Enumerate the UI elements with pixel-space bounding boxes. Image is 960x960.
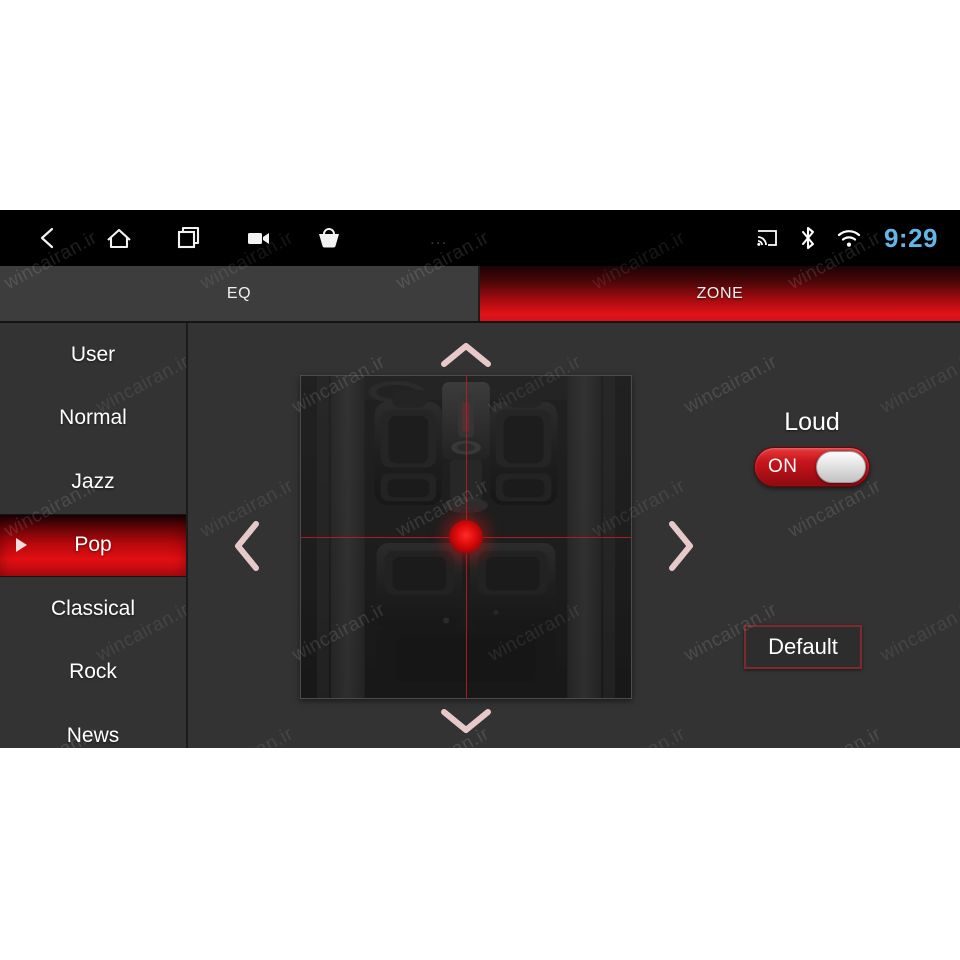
- back-icon[interactable]: [34, 223, 64, 253]
- eq-preset-list: User Normal Jazz Pop Classical Rock News: [0, 323, 188, 748]
- recents-icon[interactable]: [174, 223, 204, 253]
- preset-item-jazz[interactable]: Jazz: [0, 450, 186, 514]
- video-camera-icon[interactable]: [244, 223, 274, 253]
- preset-item-pop[interactable]: Pop: [0, 513, 186, 577]
- preset-item-user[interactable]: User: [0, 323, 186, 387]
- loud-toggle[interactable]: ON: [754, 447, 870, 487]
- tab-bar: EQ ZONE: [0, 266, 960, 321]
- zone-settings-body: User Normal Jazz Pop Classical Rock News…: [0, 321, 960, 748]
- zone-left-arrow[interactable]: [226, 518, 268, 574]
- basket-icon[interactable]: [314, 223, 344, 253]
- preset-item-classical[interactable]: Classical: [0, 577, 186, 641]
- zone-right-arrow[interactable]: [660, 518, 702, 574]
- home-icon[interactable]: [104, 223, 134, 253]
- zone-down-arrow[interactable]: [426, 701, 506, 741]
- android-navigation-bar: ... 9:29: [0, 210, 960, 266]
- preset-label: News: [66, 723, 120, 747]
- loud-control: Loud ON: [748, 408, 876, 487]
- bluetooth-icon: [796, 226, 820, 250]
- zone-up-arrow[interactable]: [426, 335, 506, 375]
- nav-button-group: ...: [34, 223, 447, 253]
- preset-label: Rock: [69, 660, 117, 684]
- preset-label: User: [70, 342, 116, 366]
- preset-label: Normal: [59, 406, 127, 430]
- zone-focus-point[interactable]: [449, 520, 483, 554]
- preset-item-normal[interactable]: Normal: [0, 387, 186, 451]
- car-head-unit-screen: ... 9:29 EQ ZONE User Normal Jazz Pop Cl…: [0, 210, 960, 748]
- selected-marker-icon: [16, 538, 27, 553]
- tab-zone[interactable]: ZONE: [480, 266, 960, 321]
- status-clock: 9:29: [883, 222, 938, 253]
- preset-label: Jazz: [71, 469, 115, 493]
- loud-toggle-knob[interactable]: [816, 451, 866, 483]
- preset-label: Classical: [50, 596, 136, 620]
- loud-toggle-state: ON: [768, 456, 798, 477]
- preset-label: Pop: [74, 533, 112, 557]
- preset-item-news[interactable]: News: [0, 704, 186, 748]
- screenshot-root: ... 9:29 EQ ZONE User Normal Jazz Pop Cl…: [0, 0, 960, 960]
- status-icon-group: 9:29: [755, 223, 938, 254]
- loud-label: Loud: [784, 408, 840, 436]
- preset-item-rock[interactable]: Rock: [0, 641, 186, 705]
- wifi-icon: [837, 226, 861, 250]
- overflow-dots[interactable]: ...: [430, 230, 447, 247]
- car-cabin-zone-map[interactable]: [300, 375, 632, 699]
- default-button[interactable]: Default: [744, 625, 862, 669]
- tab-eq[interactable]: EQ: [0, 266, 480, 321]
- cast-icon: [755, 226, 779, 250]
- zone-control-pad: Loud ON Default: [190, 323, 960, 748]
